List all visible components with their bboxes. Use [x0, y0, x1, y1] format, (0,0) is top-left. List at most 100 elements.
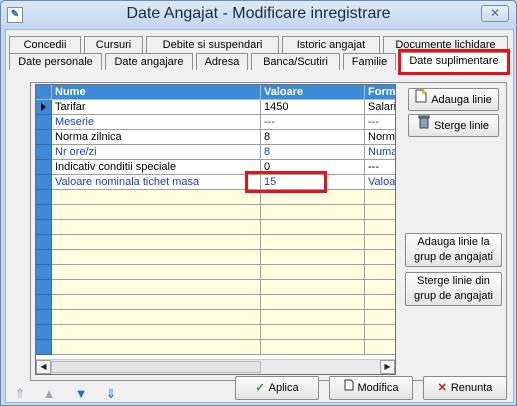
empty-cell[interactable]	[365, 235, 395, 250]
cell-valoare[interactable]: 15	[261, 175, 365, 190]
row-indicator[interactable]	[36, 310, 52, 325]
row-indicator[interactable]	[36, 340, 52, 355]
column-header-valoare[interactable]: Valoare	[261, 85, 365, 100]
empty-cell[interactable]	[52, 205, 261, 220]
empty-cell[interactable]	[261, 265, 365, 280]
empty-row[interactable]	[36, 250, 395, 265]
empty-cell[interactable]	[52, 325, 261, 340]
row-indicator[interactable]	[36, 145, 52, 160]
column-header-formula[interactable]: Formula	[365, 85, 395, 100]
tab-date-personale[interactable]: Date personale	[9, 53, 102, 70]
row-indicator[interactable]	[36, 175, 52, 190]
empty-cell[interactable]	[365, 280, 395, 295]
move-up-icon[interactable]: ▲	[40, 386, 58, 402]
empty-cell[interactable]	[261, 325, 365, 340]
tab-cursuri[interactable]: Cursuri	[84, 36, 143, 53]
row-indicator[interactable]	[36, 295, 52, 310]
empty-cell[interactable]	[52, 310, 261, 325]
delete-line-from-group-button[interactable]: Sterge linie din grup de angajati	[405, 272, 502, 306]
tab-documente-lichidare[interactable]: Documente lichidare	[383, 36, 508, 53]
empty-cell[interactable]	[52, 235, 261, 250]
empty-cell[interactable]	[261, 220, 365, 235]
table-row[interactable]: Indicativ conditii speciale 0 ---	[36, 160, 395, 175]
cancel-button[interactable]: ✕ Renunta	[423, 376, 507, 400]
table-row[interactable]: Tarifar1450Salariu	[36, 100, 395, 115]
empty-row[interactable]	[36, 325, 395, 340]
empty-row[interactable]	[36, 205, 395, 220]
move-last-icon[interactable]: ⇓	[102, 386, 120, 402]
modify-button[interactable]: Modifica	[329, 376, 413, 400]
empty-cell[interactable]	[52, 280, 261, 295]
empty-cell[interactable]	[365, 310, 395, 325]
cell-valoare[interactable]: 8	[261, 130, 365, 145]
cell-nume[interactable]: Meserie	[52, 115, 261, 130]
tab-banca-scutiri[interactable]: Banca/Scutiri	[251, 53, 340, 70]
table-row[interactable]: Valoare nominala tichet masa15Valoare	[36, 175, 395, 190]
delete-line-button[interactable]: Sterge linie	[408, 114, 499, 137]
empty-cell[interactable]	[365, 340, 395, 355]
cell-valoare[interactable]: 8	[261, 145, 365, 160]
tab-adresa[interactable]: Adresa	[196, 53, 248, 70]
tab-date-suplimentare[interactable]: Date suplimentare	[399, 52, 509, 72]
close-button[interactable]: ✕	[481, 5, 509, 22]
cell-formula[interactable]: Salariu	[365, 100, 395, 115]
tab-date-angajare[interactable]: Date angajare	[105, 53, 193, 70]
empty-row[interactable]	[36, 310, 395, 325]
row-indicator[interactable]	[36, 265, 52, 280]
move-first-icon[interactable]: ⇑	[11, 386, 29, 402]
cell-nume[interactable]: Nr ore/zi	[52, 145, 261, 160]
row-indicator[interactable]	[36, 220, 52, 235]
cell-formula[interactable]: Norma	[365, 130, 395, 145]
empty-cell[interactable]	[365, 295, 395, 310]
empty-cell[interactable]	[261, 310, 365, 325]
empty-cell[interactable]	[52, 340, 261, 355]
cell-formula[interactable]: ---	[365, 160, 395, 175]
empty-cell[interactable]	[365, 220, 395, 235]
row-indicator[interactable]	[36, 325, 52, 340]
column-header-nume[interactable]: Nume	[52, 85, 261, 100]
scroll-right-icon[interactable]: ▶	[380, 360, 395, 374]
empty-cell[interactable]	[365, 190, 395, 205]
empty-cell[interactable]	[261, 340, 365, 355]
move-down-icon[interactable]: ▼	[72, 386, 90, 402]
empty-cell[interactable]	[261, 295, 365, 310]
apply-button[interactable]: ✓ Aplica	[235, 376, 319, 400]
empty-cell[interactable]	[52, 250, 261, 265]
cell-nume[interactable]: Valoare nominala tichet masa	[52, 175, 261, 190]
row-indicator[interactable]	[36, 190, 52, 205]
add-line-button[interactable]: Adauga linie	[408, 88, 499, 111]
cell-valoare[interactable]: 0	[261, 160, 365, 175]
empty-cell[interactable]	[261, 190, 365, 205]
current-row-indicator-icon[interactable]	[36, 100, 52, 115]
cell-valoare[interactable]: ---	[261, 115, 365, 130]
tab-istoric-angajat[interactable]: Istoric angajat	[282, 36, 380, 53]
table-row[interactable]: Norma zilnica8Norma	[36, 130, 395, 145]
scrollbar-thumb[interactable]	[51, 361, 261, 373]
cell-nume[interactable]: Norma zilnica	[52, 130, 261, 145]
cell-formula[interactable]: ---	[365, 115, 395, 130]
empty-row[interactable]	[36, 265, 395, 280]
empty-cell[interactable]	[261, 250, 365, 265]
empty-row[interactable]	[36, 340, 395, 355]
empty-cell[interactable]	[52, 295, 261, 310]
cell-nume[interactable]: Tarifar	[52, 100, 261, 115]
row-indicator[interactable]	[36, 280, 52, 295]
empty-cell[interactable]	[261, 235, 365, 250]
scroll-left-icon[interactable]: ◀	[36, 360, 51, 374]
empty-row[interactable]	[36, 235, 395, 250]
empty-cell[interactable]	[52, 220, 261, 235]
tab-debite-si-suspendari[interactable]: Debite si suspendari	[146, 36, 279, 53]
row-indicator[interactable]	[36, 160, 52, 175]
empty-row[interactable]	[36, 220, 395, 235]
data-grid[interactable]: Nume Valoare Formula Tarifar1450SalariuM…	[35, 84, 396, 375]
empty-cell[interactable]	[365, 205, 395, 220]
cell-formula[interactable]: Valoare	[365, 175, 395, 190]
empty-cell[interactable]	[52, 190, 261, 205]
row-indicator[interactable]	[36, 235, 52, 250]
empty-cell[interactable]	[365, 325, 395, 340]
row-indicator[interactable]	[36, 205, 52, 220]
empty-cell[interactable]	[365, 265, 395, 280]
empty-row[interactable]	[36, 190, 395, 205]
tab-concedii[interactable]: Concedii	[9, 36, 81, 53]
row-indicator[interactable]	[36, 115, 52, 130]
